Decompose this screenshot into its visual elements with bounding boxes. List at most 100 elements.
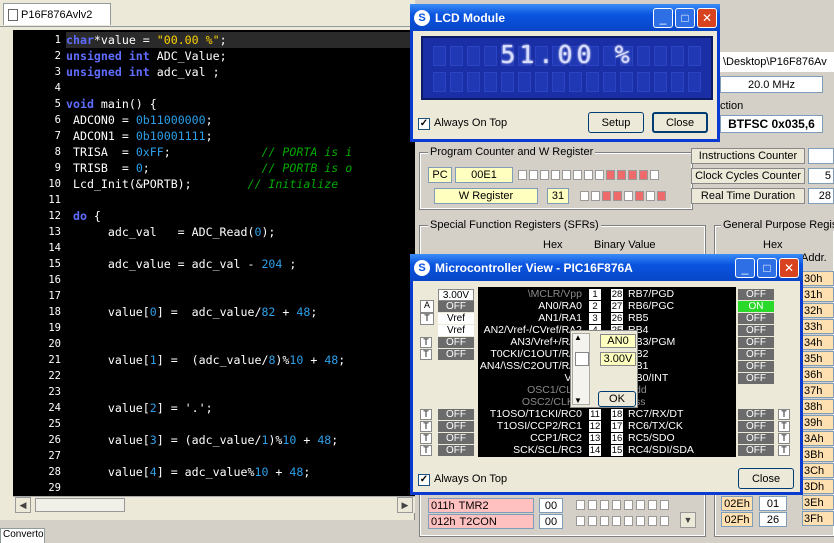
popup-ok-button[interactable]: OK (598, 391, 636, 407)
sfr-bit-led (636, 516, 645, 526)
code-token: value[ (66, 433, 150, 447)
code-token: )% (275, 353, 290, 367)
pc-bit-led (551, 170, 560, 180)
lcd-close-button[interactable]: Close (652, 112, 708, 133)
sfr-bit-led (648, 500, 657, 510)
micro-minimize-button[interactable]: _ (735, 258, 755, 278)
convertor-tab-label: Convertor (3, 529, 45, 540)
pc-bit-led (562, 170, 571, 180)
pin-toggle-left[interactable]: T (420, 421, 432, 432)
minimize-button[interactable]: _ (653, 8, 673, 28)
analog-value-slider[interactable] (572, 333, 590, 405)
pin-state-right: OFF (738, 373, 774, 384)
pin-toggle-right[interactable]: T (778, 409, 790, 420)
slider-down-icon[interactable]: ▼ (574, 396, 582, 405)
pin-label-right: RC5/SDO (628, 432, 675, 444)
code-token: )% (268, 433, 283, 447)
sfr-hex-value: 00 (539, 498, 563, 513)
pin-state-right: OFF (738, 325, 774, 336)
line-number: 20 (48, 338, 61, 350)
lcd-always-on-top-checkbox[interactable]: ✓ (418, 118, 430, 130)
line-number: 11 (48, 194, 61, 206)
lcd-char-cell (484, 72, 497, 92)
sfr-group-title: Special Function Registers (SFRs) (428, 219, 601, 231)
gpr-address: 3Dh (804, 480, 825, 493)
lcd-close-button-label: Close (665, 116, 695, 129)
lcd-char-cell (450, 72, 463, 92)
gpr-address-cell: 31h (802, 287, 834, 302)
instructions-counter-value (808, 148, 834, 164)
line-number: 21 (48, 354, 61, 366)
micro-maximize-button[interactable]: □ (757, 258, 777, 278)
gpr-address-cell: 34h (802, 335, 834, 350)
pin-state-right: OFF (738, 349, 774, 360)
analog-toggle-button[interactable]: A (420, 300, 434, 313)
convertor-tab[interactable]: Convertor (0, 528, 45, 543)
code-token: unsigned int (66, 49, 150, 63)
micro-close-window-button[interactable]: ✕ (779, 258, 799, 278)
editor-tab[interactable]: P16F876Avlv2 (3, 3, 111, 25)
popup-ok-label: OK (609, 393, 625, 405)
sfr-scroll-down[interactable]: ▼ (680, 512, 696, 528)
micro-always-on-top-checkbox[interactable]: ✓ (418, 474, 430, 486)
current-instruction: BTFSC 0x035,6 (728, 117, 815, 131)
lcd-module-titlebar[interactable]: S LCD Module (410, 4, 720, 31)
lcd-char-cell (535, 72, 548, 92)
gpr-address-cell: 33h (802, 319, 834, 334)
pin-toggle-left[interactable]: T (420, 433, 432, 444)
slider-thumb[interactable] (575, 352, 589, 366)
pin-label-left: \MCLR/Vpp (527, 288, 582, 300)
pin-number-right: 16 (611, 433, 623, 444)
line-number: 9 (54, 162, 61, 174)
pin-number-right: 28 (611, 289, 623, 300)
pin-label-left: OSC2/CLKO (521, 396, 582, 408)
setup-button[interactable]: Setup (588, 112, 644, 133)
code-token: 48 (324, 353, 339, 367)
code-area[interactable]: 1 2 3 4 5 6 7 8 9 10 11 12 13 14 15 16 17 18 19 20 21 22 23 24 2… (13, 30, 415, 496)
real-time-duration-label: Real Time Duration (691, 188, 805, 204)
gpr-address-cell: 37h (802, 383, 834, 398)
clock-frequency-field[interactable]: 20.0 MHz (720, 76, 823, 93)
scroll-thumb[interactable] (35, 498, 125, 512)
code-token: 2 (149, 401, 157, 415)
maximize-button[interactable]: □ (675, 8, 695, 28)
instructions-counter-text: Instructions Counter (698, 150, 798, 162)
pin-toggle-left[interactable]: T (420, 337, 432, 348)
scroll-right-button[interactable]: ▶ (397, 497, 413, 513)
analog-toggle-label: A (423, 300, 430, 310)
code-token: ; (163, 145, 262, 159)
toggle-button[interactable]: T (420, 313, 434, 325)
editor-tab-label: P16F876Avlv2 (21, 8, 93, 21)
pin-state-right: OFF (738, 289, 774, 300)
pin-toggle-right[interactable]: T (778, 421, 790, 432)
sfr-bit-led (660, 500, 669, 510)
pin-toggle-left[interactable]: T (420, 349, 432, 360)
sfr-hex-value: 00 (539, 514, 563, 529)
close-window-button[interactable]: ✕ (697, 8, 717, 28)
code-token: + (303, 353, 325, 367)
pin-state-left[interactable]: 3.00V (438, 289, 474, 301)
sfr-bit-led (612, 516, 621, 526)
gpr-address: 3Fh (804, 512, 823, 525)
instruction-section-label: ction (720, 100, 744, 112)
slider-up-icon[interactable]: ▲ (574, 333, 582, 342)
scroll-left-button[interactable]: ◀ (15, 497, 31, 513)
pin-label-left: AN3/Vref+/RA3 (510, 336, 582, 348)
pin-state-right: OFF (738, 409, 774, 420)
pin-toggle-left[interactable]: T (420, 445, 432, 456)
pin-number-right: 15 (611, 445, 623, 456)
pin-toggle-right[interactable]: T (778, 433, 790, 444)
pin-toggle-right[interactable]: T (778, 445, 790, 456)
pc-value-field: 00E1 (455, 167, 513, 183)
pin-toggle-left[interactable]: T (420, 409, 432, 420)
micro-close-button[interactable]: Close (738, 468, 794, 489)
line-number: 27 (48, 450, 61, 462)
lcd-char-cell (620, 72, 633, 92)
sfr-binary-header: Binary Value (594, 239, 656, 251)
pin-number-left: 14 (589, 445, 601, 456)
gpr-row-value-text: 26 (766, 513, 780, 526)
sfr-bit-led (636, 500, 645, 510)
horizontal-scrollbar[interactable]: ◀ ▶ (13, 496, 415, 513)
popup-voltage: 3.00V (600, 352, 636, 366)
